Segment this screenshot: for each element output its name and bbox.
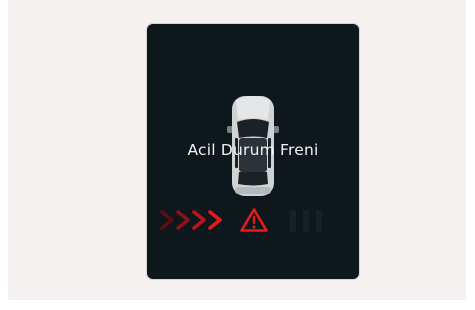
warning-triangle-icon [240, 208, 268, 232]
chevron-right-icon [176, 210, 190, 230]
approach-chevrons [159, 207, 223, 233]
inactive-segment [290, 210, 296, 232]
inactive-segment [316, 210, 322, 232]
chevron-right-icon [208, 210, 222, 230]
chevron-right-icon [160, 210, 174, 230]
inactive-segment [303, 210, 309, 232]
instrument-cluster-display: Acil Durum Freni [147, 24, 359, 279]
chevron-right-icon [192, 210, 206, 230]
figure-background: Acil Durum Freni [8, 0, 466, 300]
emergency-brake-alert-text: Acil Durum Freni [187, 141, 319, 159]
